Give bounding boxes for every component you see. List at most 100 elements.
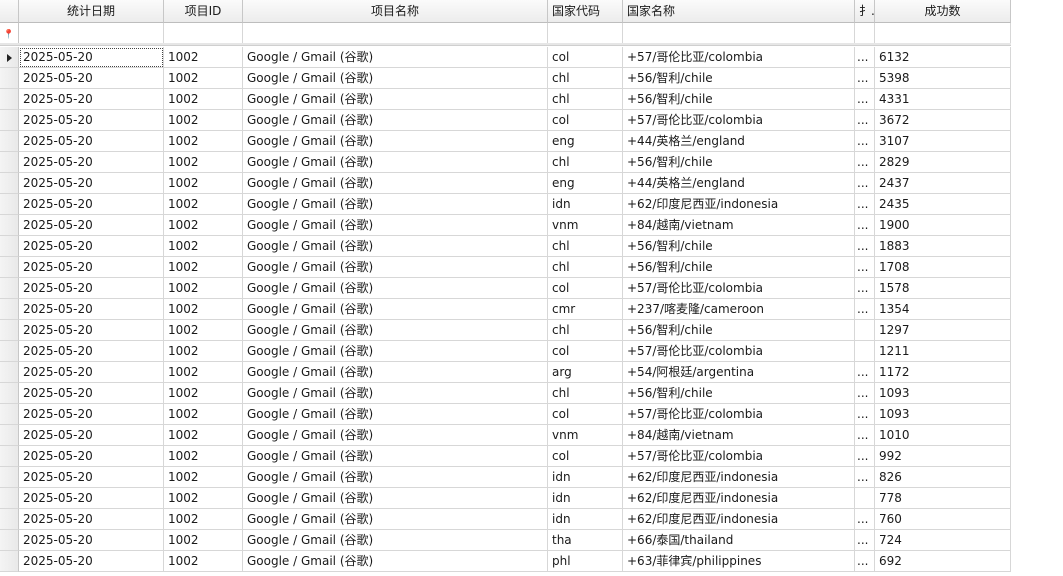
table-row[interactable]: 2025-05-20 1002 Google / Gmail (谷歌) eng +44/… bbox=[0, 131, 1011, 152]
cell-country-code[interactable]: chl bbox=[548, 257, 623, 278]
table-row[interactable]: 2025-05-20 1002 Google / Gmail (谷歌) phl +63/… bbox=[0, 551, 1011, 572]
cell-date[interactable]: 2025-05-20 bbox=[19, 320, 164, 341]
row-indicator[interactable] bbox=[0, 89, 19, 110]
cell-project-id[interactable]: 1002 bbox=[164, 341, 243, 362]
row-indicator[interactable] bbox=[0, 236, 19, 257]
cell-truncated[interactable]: ... bbox=[855, 425, 875, 446]
cell-success-count[interactable]: 1010 bbox=[875, 425, 1011, 446]
table-row[interactable]: 2025-05-20 1002 Google / Gmail (谷歌) col +57/… bbox=[0, 341, 1011, 362]
row-indicator[interactable] bbox=[0, 446, 19, 467]
cell-success-count[interactable]: 6132 bbox=[875, 47, 1011, 68]
cell-country-code[interactable]: col bbox=[548, 47, 623, 68]
cell-date[interactable]: 2025-05-20 bbox=[19, 215, 164, 236]
table-row[interactable]: 2025-05-20 1002 Google / Gmail (谷歌) chl +56/… bbox=[0, 236, 1011, 257]
cell-country-name[interactable]: +56/智利/chile bbox=[623, 257, 855, 278]
cell-date[interactable]: 2025-05-20 bbox=[19, 341, 164, 362]
cell-success-count[interactable]: 3107 bbox=[875, 131, 1011, 152]
row-indicator[interactable] bbox=[0, 509, 19, 530]
cell-project-id[interactable]: 1002 bbox=[164, 236, 243, 257]
filter-cell-country-name[interactable] bbox=[623, 23, 855, 44]
cell-project-id[interactable]: 1002 bbox=[164, 299, 243, 320]
cell-truncated[interactable]: ... bbox=[855, 47, 875, 68]
cell-country-name[interactable]: +54/阿根廷/argentina bbox=[623, 362, 855, 383]
cell-date[interactable]: 2025-05-20 bbox=[19, 299, 164, 320]
cell-country-name[interactable]: +57/哥伦比亚/colombia bbox=[623, 404, 855, 425]
cell-truncated[interactable]: ... bbox=[855, 131, 875, 152]
header-corner[interactable] bbox=[0, 0, 19, 23]
row-indicator[interactable] bbox=[0, 299, 19, 320]
cell-project-name[interactable]: Google / Gmail (谷歌) bbox=[243, 257, 548, 278]
cell-country-name[interactable]: +56/智利/chile bbox=[623, 68, 855, 89]
cell-project-name[interactable]: Google / Gmail (谷歌) bbox=[243, 278, 548, 299]
table-row[interactable]: 2025-05-20 1002 Google / Gmail (谷歌) chl +56/… bbox=[0, 68, 1011, 89]
cell-project-name[interactable]: Google / Gmail (谷歌) bbox=[243, 299, 548, 320]
cell-project-id[interactable]: 1002 bbox=[164, 194, 243, 215]
cell-project-id[interactable]: 1002 bbox=[164, 47, 243, 68]
cell-country-name[interactable]: +44/英格兰/england bbox=[623, 173, 855, 194]
table-row[interactable]: 2025-05-20 1002 Google / Gmail (谷歌) col +57/… bbox=[0, 278, 1011, 299]
cell-success-count[interactable]: 1172 bbox=[875, 362, 1011, 383]
cell-country-code[interactable]: chl bbox=[548, 68, 623, 89]
table-row[interactable]: 2025-05-20 1002 Google / Gmail (谷歌) chl +56/… bbox=[0, 383, 1011, 404]
cell-success-count[interactable]: 2437 bbox=[875, 173, 1011, 194]
row-indicator[interactable] bbox=[0, 383, 19, 404]
row-indicator[interactable] bbox=[0, 47, 19, 68]
cell-truncated[interactable]: ... bbox=[855, 89, 875, 110]
column-header-project-id[interactable]: 项目ID bbox=[164, 0, 243, 23]
cell-project-name[interactable]: Google / Gmail (谷歌) bbox=[243, 236, 548, 257]
cell-country-code[interactable]: col bbox=[548, 341, 623, 362]
cell-truncated[interactable]: ... bbox=[855, 173, 875, 194]
cell-country-code[interactable]: eng bbox=[548, 173, 623, 194]
filter-cell-date[interactable] bbox=[19, 23, 164, 44]
cell-date[interactable]: 2025-05-20 bbox=[19, 383, 164, 404]
cell-success-count[interactable]: 1708 bbox=[875, 257, 1011, 278]
cell-project-name[interactable]: Google / Gmail (谷歌) bbox=[243, 404, 548, 425]
cell-date[interactable]: 2025-05-20 bbox=[19, 362, 164, 383]
cell-project-name[interactable]: Google / Gmail (谷歌) bbox=[243, 551, 548, 572]
table-row[interactable]: 2025-05-20 1002 Google / Gmail (谷歌) idn +62/… bbox=[0, 194, 1011, 215]
cell-success-count[interactable]: 3672 bbox=[875, 110, 1011, 131]
row-indicator[interactable] bbox=[0, 257, 19, 278]
cell-country-code[interactable]: chl bbox=[548, 152, 623, 173]
row-indicator[interactable] bbox=[0, 362, 19, 383]
column-header-country-code[interactable]: 国家代码 bbox=[548, 0, 623, 23]
column-header-success-count[interactable]: 成功数 bbox=[875, 0, 1011, 23]
cell-date[interactable]: 2025-05-20 bbox=[19, 68, 164, 89]
cell-project-id[interactable]: 1002 bbox=[164, 110, 243, 131]
cell-truncated[interactable]: ... bbox=[855, 299, 875, 320]
cell-date[interactable]: 2025-05-20 bbox=[19, 446, 164, 467]
cell-date[interactable]: 2025-05-20 bbox=[19, 551, 164, 572]
table-row[interactable]: 2025-05-20 1002 Google / Gmail (谷歌) idn +62/… bbox=[0, 488, 1011, 509]
cell-date[interactable]: 2025-05-20 bbox=[19, 194, 164, 215]
cell-country-code[interactable]: chl bbox=[548, 89, 623, 110]
row-indicator[interactable] bbox=[0, 152, 19, 173]
filter-cell-country-code[interactable] bbox=[548, 23, 623, 44]
row-indicator[interactable] bbox=[0, 404, 19, 425]
cell-project-name[interactable]: Google / Gmail (谷歌) bbox=[243, 488, 548, 509]
table-row[interactable]: 2025-05-20 1002 Google / Gmail (谷歌) col +57/… bbox=[0, 47, 1011, 68]
cell-project-id[interactable]: 1002 bbox=[164, 425, 243, 446]
cell-date[interactable]: 2025-05-20 bbox=[19, 89, 164, 110]
cell-success-count[interactable]: 2829 bbox=[875, 152, 1011, 173]
cell-truncated[interactable]: ... bbox=[855, 236, 875, 257]
cell-truncated[interactable]: ... bbox=[855, 110, 875, 131]
cell-project-id[interactable]: 1002 bbox=[164, 215, 243, 236]
cell-truncated[interactable]: ... bbox=[855, 509, 875, 530]
row-indicator[interactable] bbox=[0, 341, 19, 362]
filter-cell-project-id[interactable] bbox=[164, 23, 243, 44]
cell-success-count[interactable]: 692 bbox=[875, 551, 1011, 572]
cell-project-id[interactable]: 1002 bbox=[164, 467, 243, 488]
cell-country-code[interactable]: idn bbox=[548, 509, 623, 530]
cell-country-name[interactable]: +84/越南/vietnam bbox=[623, 425, 855, 446]
row-indicator[interactable] bbox=[0, 173, 19, 194]
cell-project-name[interactable]: Google / Gmail (谷歌) bbox=[243, 194, 548, 215]
cell-success-count[interactable]: 1093 bbox=[875, 404, 1011, 425]
table-row[interactable]: 2025-05-20 1002 Google / Gmail (谷歌) vnm +84/… bbox=[0, 215, 1011, 236]
cell-country-name[interactable]: +62/印度尼西亚/indonesia bbox=[623, 194, 855, 215]
cell-country-name[interactable]: +84/越南/vietnam bbox=[623, 215, 855, 236]
cell-date[interactable]: 2025-05-20 bbox=[19, 110, 164, 131]
cell-date[interactable]: 2025-05-20 bbox=[19, 404, 164, 425]
cell-country-code[interactable]: col bbox=[548, 446, 623, 467]
cell-country-name[interactable]: +62/印度尼西亚/indonesia bbox=[623, 509, 855, 530]
table-row[interactable]: 2025-05-20 1002 Google / Gmail (谷歌) col +57/… bbox=[0, 110, 1011, 131]
